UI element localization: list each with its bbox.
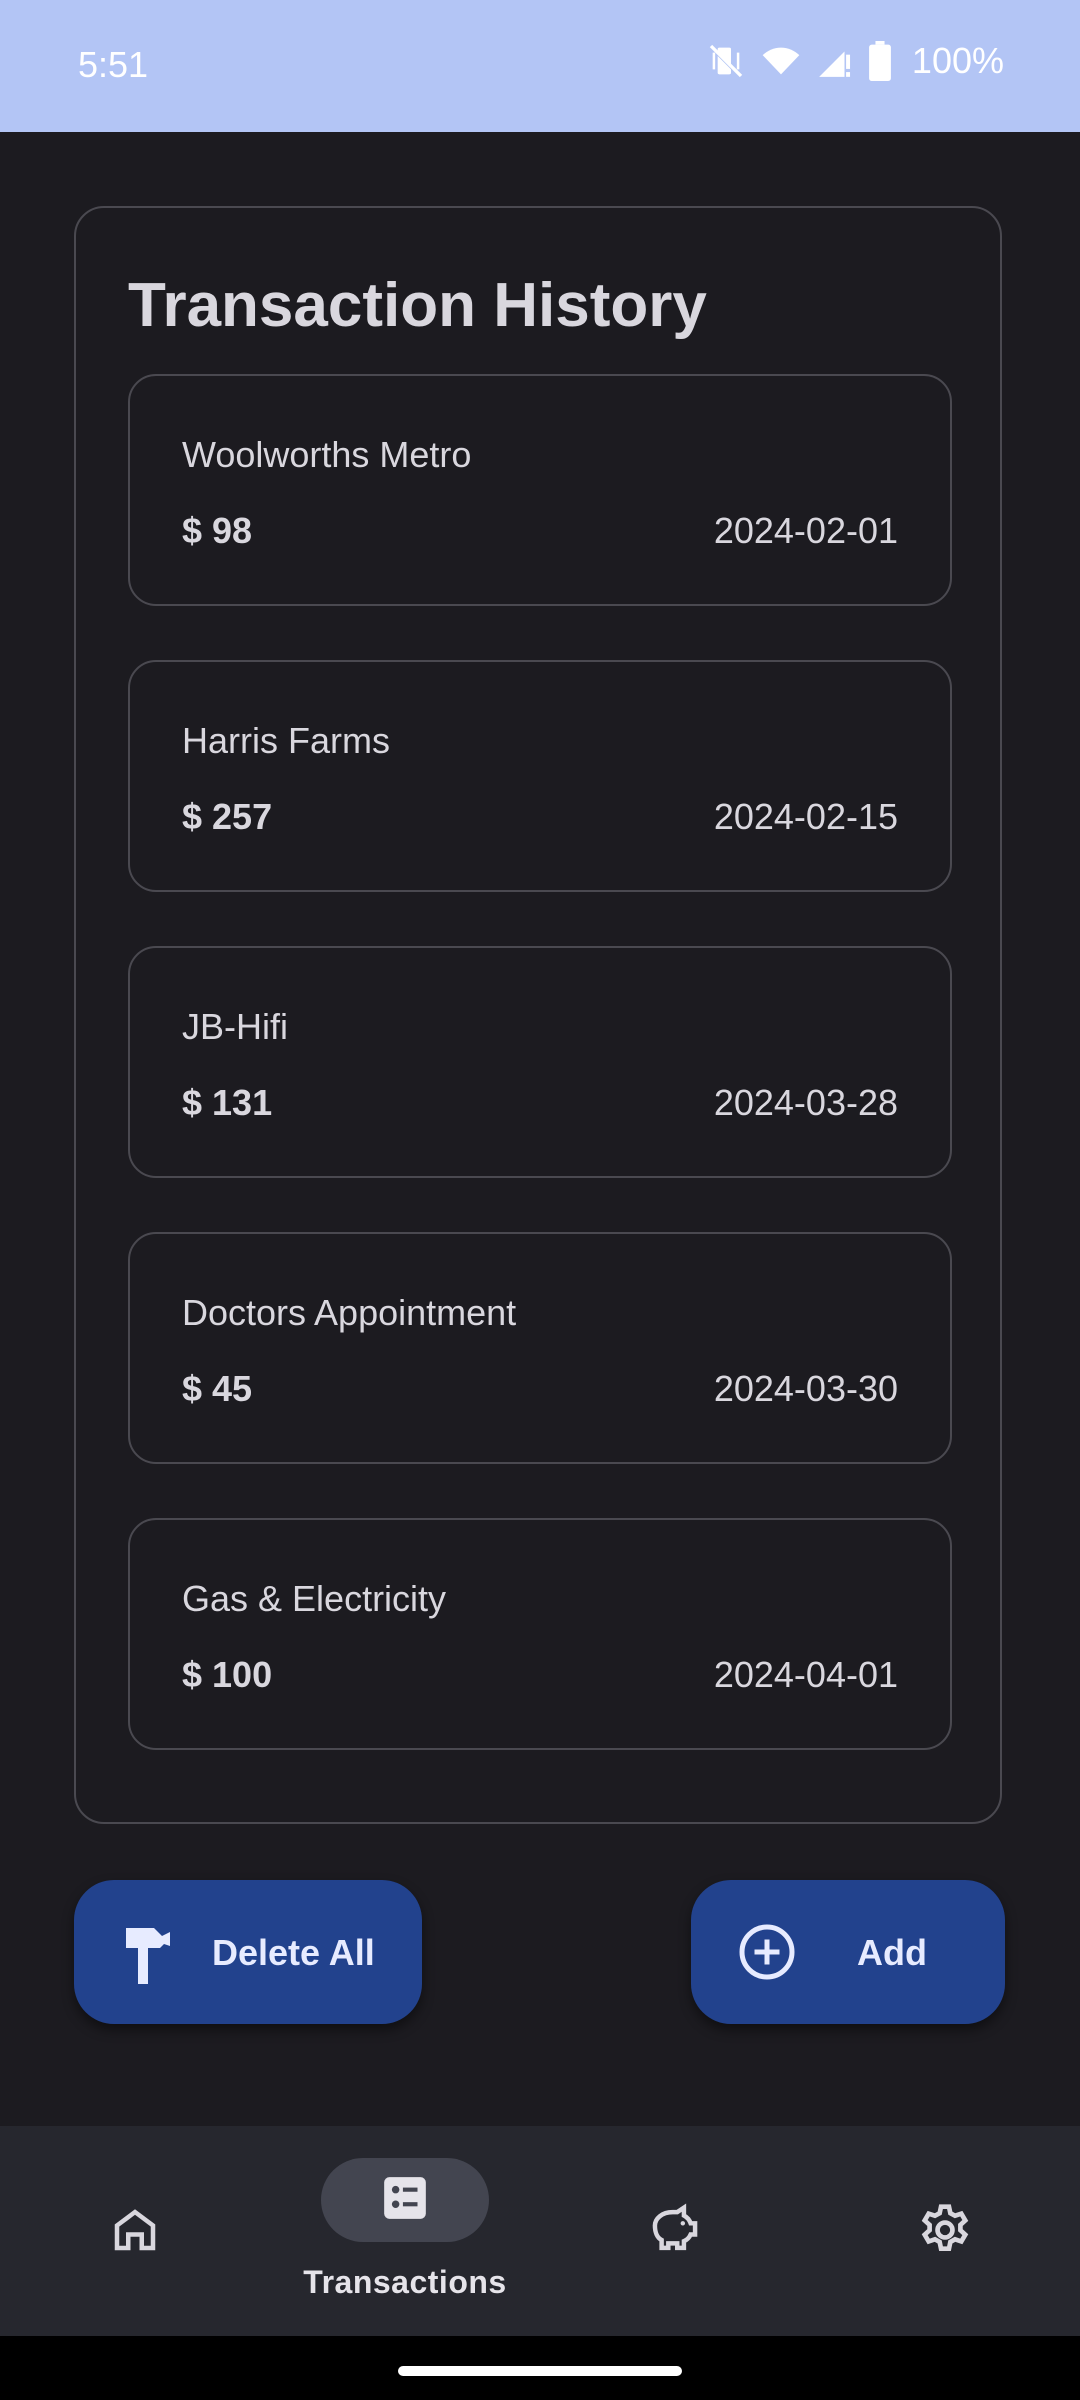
gesture-navigation-bar <box>0 2336 1080 2400</box>
nav-icon-container <box>51 2190 219 2274</box>
transaction-amount: $ 100 <box>182 1654 273 1695</box>
add-circle-icon <box>737 1922 797 1991</box>
transaction-amount: $ 98 <box>182 510 253 551</box>
nav-item-savings[interactable] <box>540 2126 810 2336</box>
wifi-icon <box>760 41 802 81</box>
transaction-amount: $ 257 <box>182 796 273 837</box>
nav-active-pill <box>321 2158 489 2242</box>
transaction-name: JB-Hifi <box>182 1006 288 1047</box>
piggy-bank-icon <box>646 2203 704 2262</box>
transaction-date: 2024-03-28 <box>713 1082 898 1123</box>
transaction-item[interactable]: Gas & Electricity $ 100 2024-04-01 <box>128 1518 952 1750</box>
transaction-amount: $ 131 <box>182 1082 273 1123</box>
transaction-item[interactable]: Doctors Appointment $ 45 2024-03-30 <box>128 1232 952 1464</box>
delete-all-button[interactable]: Delete All <box>74 1880 422 2024</box>
home-icon <box>108 2203 162 2262</box>
settings-icon <box>917 2202 973 2263</box>
transaction-name: Woolworths Metro <box>182 434 472 475</box>
page-title: Transaction History <box>128 271 707 340</box>
transaction-name: Harris Farms <box>182 720 390 761</box>
transaction-history-card: Transaction History Woolworths Metro $ 9… <box>74 206 1002 1824</box>
delete-all-label: Delete All <box>212 1932 375 1973</box>
transaction-amount: $ 45 <box>182 1368 253 1409</box>
nav-label-transactions: Transactions <box>303 2264 507 2300</box>
transaction-date: 2024-03-30 <box>713 1368 898 1409</box>
hammer-icon <box>122 1920 178 1993</box>
status-icons: 100% <box>706 40 1004 82</box>
nav-item-settings[interactable] <box>810 2126 1080 2336</box>
transaction-item[interactable]: JB-Hifi $ 131 2024-03-28 <box>128 946 952 1178</box>
add-button[interactable]: Add <box>691 1880 1005 2024</box>
battery-percentage: 100% <box>911 40 1004 81</box>
nav-item-home[interactable] <box>0 2126 270 2336</box>
battery-icon <box>868 41 892 81</box>
vibrate-off-icon <box>706 41 746 81</box>
list-icon <box>380 2173 430 2228</box>
bottom-navigation: Transactions <box>0 2126 1080 2336</box>
status-bar: 5:51 100% <box>0 0 1080 132</box>
signal-icon <box>816 41 854 81</box>
transaction-item[interactable]: Harris Farms $ 257 2024-02-15 <box>128 660 952 892</box>
nav-icon-container <box>591 2190 759 2274</box>
add-label: Add <box>857 1932 927 1973</box>
nav-icon-container <box>861 2190 1029 2274</box>
transaction-name: Gas & Electricity <box>182 1578 447 1619</box>
nav-item-transactions[interactable]: Transactions <box>270 2126 540 2336</box>
transaction-item[interactable]: Woolworths Metro $ 98 2024-02-01 <box>128 374 952 606</box>
transaction-date: 2024-02-15 <box>713 796 898 837</box>
gesture-handle[interactable] <box>398 2366 682 2376</box>
transaction-date: 2024-02-01 <box>713 510 898 551</box>
transaction-name: Doctors Appointment <box>182 1292 517 1333</box>
status-time: 5:51 <box>78 44 149 85</box>
transaction-date: 2024-04-01 <box>713 1654 898 1695</box>
